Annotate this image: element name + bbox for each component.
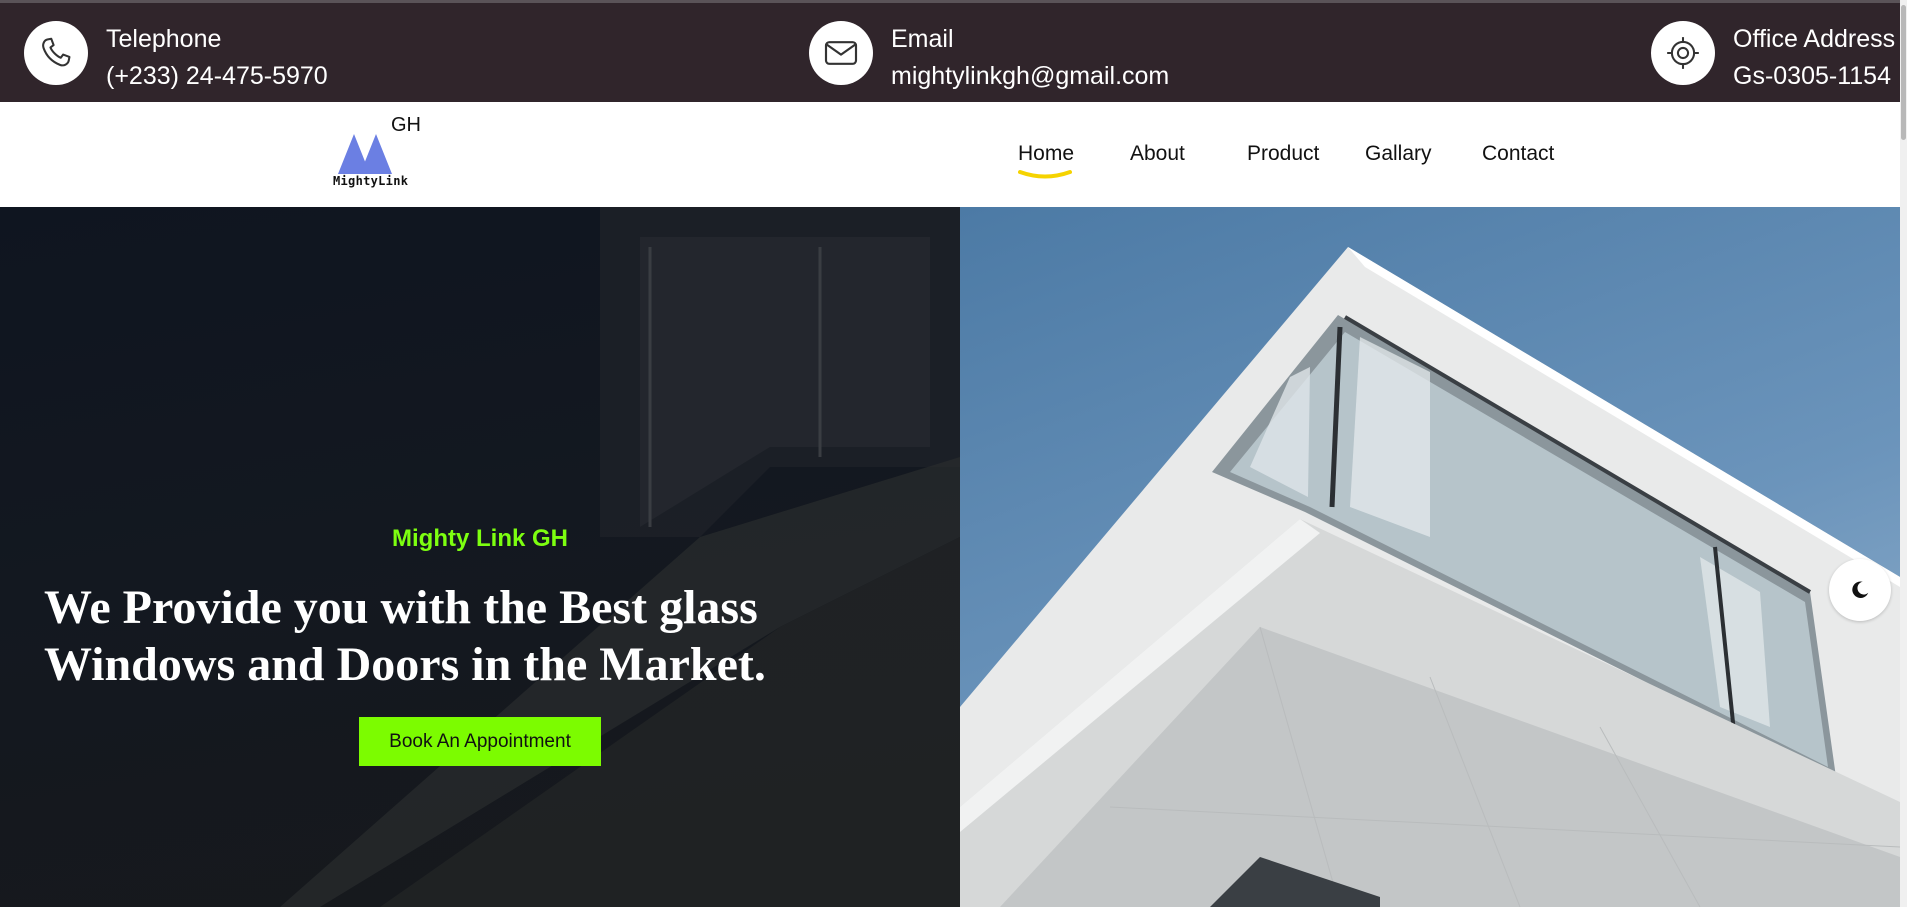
theme-toggle-button[interactable]	[1829, 559, 1891, 621]
email-value[interactable]: mightylinkgh@gmail.com	[891, 58, 1169, 95]
location-icon	[1651, 21, 1715, 85]
mail-icon	[809, 21, 873, 85]
telephone-value[interactable]: (+233) 24-475-5970	[106, 58, 328, 95]
logo[interactable]: GH MightyLink	[333, 114, 433, 196]
contact-telephone: Telephone (+233) 24-475-5970	[24, 21, 328, 95]
logo-text: MightyLink	[333, 174, 409, 188]
hero: Mighty Link GH We Provide you with the B…	[0, 207, 1900, 907]
nav-about[interactable]: About	[1130, 142, 1185, 166]
nav-product[interactable]: Product	[1247, 142, 1319, 166]
scrollbar[interactable]	[1900, 0, 1907, 907]
contact-office-address: Office Address Gs-0305-1154	[1651, 21, 1895, 95]
scrollbar-thumb[interactable]	[1901, 5, 1906, 140]
moon-icon	[1852, 581, 1869, 598]
building-illustration	[960, 247, 1900, 907]
office-label: Office Address	[1733, 25, 1896, 53]
navbar: GH MightyLink Home About Product Gallary…	[0, 102, 1900, 207]
telephone-label: Telephone	[106, 25, 222, 53]
email-label: Email	[891, 25, 954, 53]
nav-contact[interactable]: Contact	[1482, 142, 1554, 166]
logo-mark-icon	[338, 134, 392, 174]
nav-home[interactable]: Home	[1018, 142, 1074, 166]
building-silhouette-left	[280, 207, 960, 907]
office-value: Gs-0305-1154	[1733, 62, 1891, 90]
hero-eyebrow: Mighty Link GH	[392, 525, 568, 552]
contact-bar: Telephone (+233) 24-475-5970 Email might…	[0, 0, 1907, 102]
nav-gallary[interactable]: Gallary	[1365, 142, 1432, 166]
phone-icon	[24, 21, 88, 85]
hero-building-image	[960, 207, 1900, 907]
book-appointment-button[interactable]: Book An Appointment	[359, 717, 601, 766]
contact-email: Email mightylinkgh@gmail.com	[809, 21, 1169, 95]
active-underline	[1018, 170, 1072, 179]
hero-headline: We Provide you with the Best glass Windo…	[44, 581, 766, 691]
hero-dark-panel: Mighty Link GH We Provide you with the B…	[0, 207, 960, 907]
